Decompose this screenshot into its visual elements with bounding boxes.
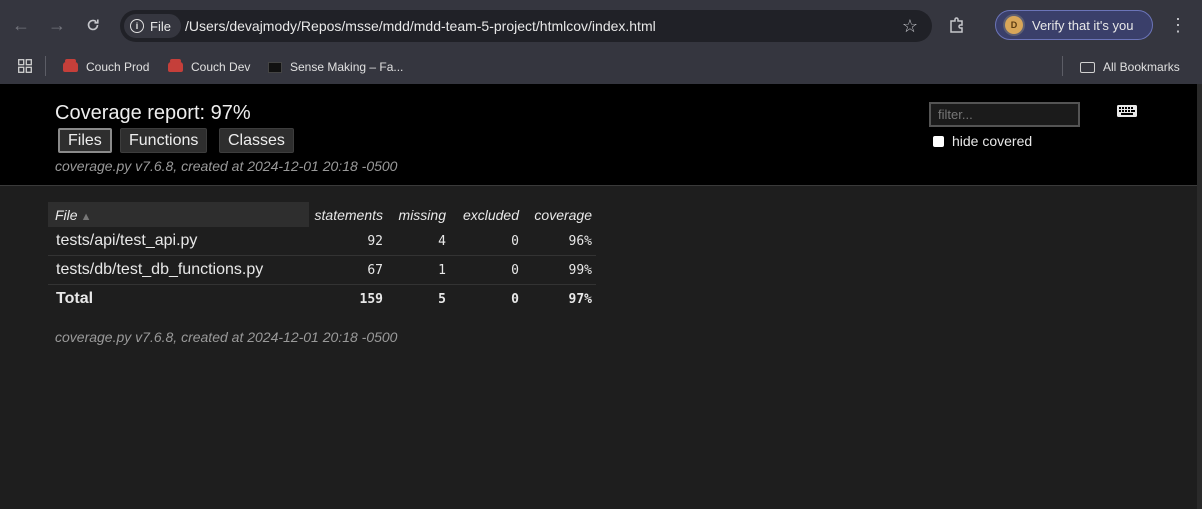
bookmark-sense-making[interactable]: Sense Making – Fa... [268, 50, 403, 84]
profile-verify-button[interactable]: D Verify that it's you [995, 10, 1153, 40]
info-icon: i [130, 19, 144, 33]
bookmark-couch-prod[interactable]: Couch Prod [63, 50, 149, 84]
back-button[interactable]: ← [9, 13, 33, 37]
table-row: tests/api/test_api.py 92 4 0 96% [48, 227, 596, 256]
excluded-cell: 0 [450, 255, 523, 285]
hide-covered-toggle[interactable]: hide covered [933, 133, 1032, 149]
bookmark-star-icon[interactable]: ☆ [902, 10, 918, 42]
file-link[interactable]: tests/api/test_api.py [48, 227, 309, 256]
sort-ascending-icon: ▲ [80, 210, 92, 223]
site-info-chip[interactable]: i File [124, 14, 181, 38]
keyboard-icon[interactable] [1117, 105, 1137, 117]
column-header-missing[interactable]: missing [387, 202, 450, 227]
coverage-table: File ▲ statements missing excluded covera… [48, 202, 596, 313]
coverage-cell: 99% [523, 255, 596, 285]
footer-created-info: coverage.py v7.6.8, created at 2024-12-0… [55, 329, 398, 345]
page-title: Coverage report: 97% [55, 102, 251, 124]
missing-cell: 4 [387, 227, 450, 256]
report-header: Coverage report: 97% Files Functions Cla… [0, 84, 1197, 186]
hide-covered-label: hide covered [952, 133, 1033, 149]
tab-classes[interactable]: Classes [219, 128, 294, 153]
arrow-left-icon: ← [12, 14, 30, 35]
arrow-right-icon: → [48, 14, 66, 35]
file-link[interactable]: tests/db/test_db_functions.py [48, 255, 309, 285]
apps-grid-icon[interactable] [18, 59, 32, 73]
filter-input[interactable] [929, 102, 1080, 127]
bookmark-label: Sense Making – Fa... [290, 60, 404, 74]
statements-cell: 67 [309, 255, 387, 285]
bookmark-couch-dev[interactable]: Couch Dev [168, 50, 250, 84]
statements-cell: 159 [359, 291, 383, 307]
folder-icon [1080, 61, 1095, 73]
coverage-cell: 96% [523, 227, 596, 256]
tab-functions[interactable]: Functions [120, 128, 208, 153]
hide-covered-checkbox[interactable] [933, 135, 944, 147]
excluded-cell: 0 [511, 291, 519, 307]
couch-icon [63, 59, 78, 72]
coverage-cell: 97% [568, 291, 592, 307]
total-row: Total 159 5 0 97% [48, 285, 596, 314]
extensions-puzzle-icon[interactable] [948, 16, 966, 34]
browser-toolbar: ← → i File /Users/devajmody/Repos/msse/m… [0, 0, 1202, 50]
column-header-label: File [55, 206, 78, 223]
bookmarks-bar: Couch Prod Couch Dev Sense Making – Fa..… [0, 50, 1202, 84]
all-bookmarks-button[interactable]: All Bookmarks [1080, 50, 1180, 84]
forward-button[interactable]: → [45, 13, 69, 37]
statements-cell: 92 [309, 227, 387, 256]
column-header-statements[interactable]: statements [309, 202, 387, 227]
missing-cell: 1 [387, 255, 450, 285]
address-bar[interactable]: i File /Users/devajmody/Repos/msse/mdd/m… [120, 10, 932, 42]
kebab-menu-icon[interactable]: ⋮ [1169, 13, 1187, 37]
scrollbar-track[interactable] [1197, 84, 1202, 509]
url-text[interactable]: /Users/devajmody/Repos/msse/mdd/mdd-team… [185, 10, 656, 42]
reload-icon [87, 19, 99, 31]
bookmark-label: Couch Prod [86, 60, 150, 74]
bookmarks-divider [1062, 56, 1063, 76]
site-info-label: File [150, 18, 171, 34]
excluded-cell: 0 [450, 227, 523, 256]
bookmarks-divider [45, 56, 46, 76]
reload-button[interactable] [81, 13, 105, 37]
verify-label: Verify that it's you [1032, 17, 1134, 33]
column-header-file[interactable]: File ▲ [48, 202, 309, 227]
total-label: Total [56, 290, 94, 307]
column-header-coverage[interactable]: coverage [523, 202, 596, 227]
table-row: tests/db/test_db_functions.py 67 1 0 99% [48, 255, 596, 285]
avatar: D [1005, 16, 1023, 34]
sense-making-icon [268, 61, 282, 73]
tab-files[interactable]: Files [58, 128, 112, 153]
all-bookmarks-label: All Bookmarks [1103, 60, 1180, 74]
table-header-row: File ▲ statements missing excluded covera… [48, 202, 596, 227]
created-info: coverage.py v7.6.8, created at 2024-12-0… [55, 158, 398, 174]
couch-icon [168, 59, 183, 72]
missing-cell: 5 [438, 291, 446, 307]
column-header-excluded[interactable]: excluded [450, 202, 523, 227]
bookmark-label: Couch Dev [191, 60, 251, 74]
